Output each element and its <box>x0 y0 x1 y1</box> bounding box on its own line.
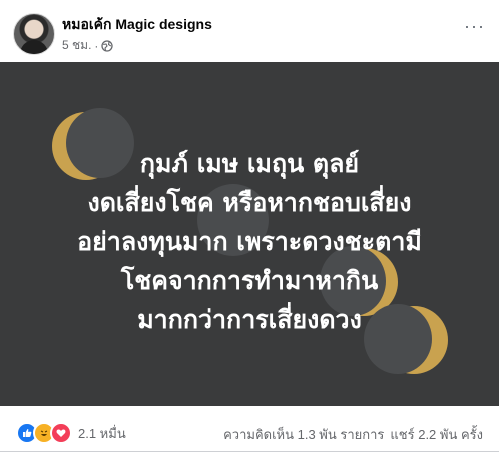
image-text-line: งดเสี่ยงโชค หรือหากชอบเสี่ยง <box>87 188 412 217</box>
reaction-count[interactable]: 2.1 หมื่น <box>78 423 126 444</box>
avatar[interactable] <box>13 13 55 55</box>
image-text-line: กุมภ์ เมษ เมถุน ตุลย์ <box>139 149 360 178</box>
reaction-summary[interactable]: 2.1 หมื่น <box>16 422 126 444</box>
share-count[interactable]: แชร์ 2.2 พัน ครั้ง <box>390 424 483 445</box>
post-image[interactable]: กุมภ์ เมษ เมถุน ตุลย์ งดเสี่ยงโชค หรือหา… <box>0 62 499 406</box>
author-name[interactable]: หมอเค้ก Magic designs <box>62 14 212 36</box>
post-time[interactable]: 5 ชม. <box>62 36 91 55</box>
love-icon <box>50 422 72 444</box>
post-footer: 2.1 หมื่น ความคิดเห็น 1.3 พัน รายการ แชร… <box>0 412 499 452</box>
post-meta: 5 ชม. · <box>62 36 114 55</box>
globe-icon <box>101 39 114 52</box>
comment-count[interactable]: ความคิดเห็น 1.3 พัน รายการ <box>223 424 384 445</box>
image-text-line: อย่าลงทุนมาก เพราะดวงชะตามี <box>77 227 422 256</box>
image-text-line: โชคจากการทำมาหากิน <box>120 266 379 295</box>
post-card: หมอเค้ก Magic designs 5 ชม. · ··· กุมภ์ … <box>0 0 499 452</box>
post-stats: ความคิดเห็น 1.3 พัน รายการ แชร์ 2.2 พัน … <box>223 424 483 445</box>
post-header: หมอเค้ก Magic designs 5 ชม. · ··· <box>0 0 499 60</box>
more-options-button[interactable]: ··· <box>464 16 485 37</box>
image-text: กุมภ์ เมษ เมถุน ตุลย์ งดเสี่ยงโชค หรือหา… <box>0 144 499 339</box>
image-text-line: มากกว่าการเสี่ยงดวง <box>137 305 362 334</box>
